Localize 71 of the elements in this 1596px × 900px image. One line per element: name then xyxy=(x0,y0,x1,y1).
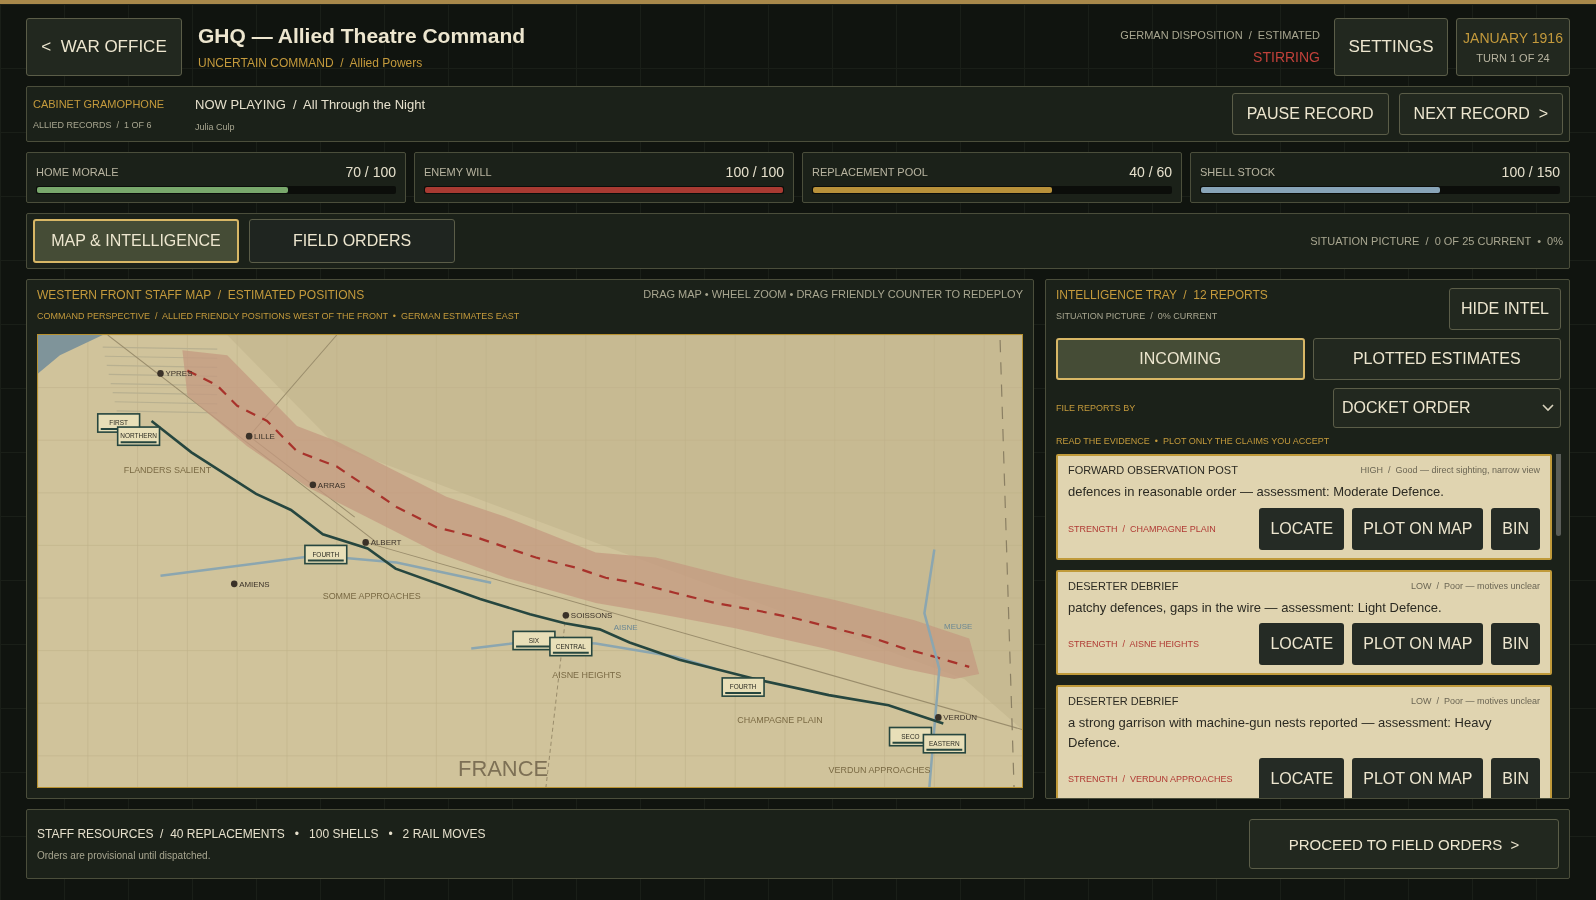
report-action-button[interactable]: LOCATE xyxy=(1259,758,1345,798)
report-action-button[interactable]: BIN xyxy=(1491,758,1540,798)
report-tag: STRENGTH / AISNE HEIGHTS xyxy=(1068,639,1200,649)
intel-title: INTELLIGENCE TRAY / 12 REPORTS xyxy=(1056,288,1268,302)
now-playing: NOW PLAYING / All Through the Night xyxy=(195,96,425,112)
report-action-button[interactable]: PLOT ON MAP xyxy=(1352,758,1484,798)
guidance-text: READ THE EVIDENCE • PLOT ONLY THE CLAIMS YOU ACCEPT xyxy=(1056,436,1331,446)
report-action-button[interactable]: BIN xyxy=(1491,507,1540,550)
page-subtitle: UNCERTAIN COMMAND / Allied Powers xyxy=(198,56,424,70)
map-title: WESTERN FRONT STAFF MAP / ESTIMATED POSITIONS xyxy=(37,288,366,302)
intel-tab[interactable]: INCOMING xyxy=(1056,338,1305,380)
report-source: DESERTER DEBRIEF xyxy=(1068,695,1179,707)
meter-name: REPLACEMENT POOL xyxy=(812,166,928,178)
report-text: patchy defences, gaps in the wire — assessment: Light Defence. xyxy=(1068,598,1443,617)
region-label: FLANDERS SALIENT xyxy=(123,464,212,475)
scrollbar[interactable] xyxy=(1556,454,1561,536)
proceed-button[interactable]: PROCEED TO FIELD ORDERS > xyxy=(1249,819,1559,869)
back-button[interactable]: < WAR OFFICE xyxy=(26,18,182,76)
map-hint: DRAG MAP • WHEEL ZOOM • DRAG FRIENDLY COUNTER TO REDEPLOY xyxy=(643,288,1023,300)
date-text: JANUARY 1916 xyxy=(1463,30,1563,46)
view-tab[interactable]: FIELD ORDERS xyxy=(249,219,455,263)
river-label: MEUSE xyxy=(944,622,973,632)
meter-name: HOME MORALE xyxy=(36,166,119,178)
region-label: CHAMPAGNE PLAIN xyxy=(737,715,823,726)
settings-button[interactable]: SETTINGS xyxy=(1334,18,1448,76)
region-label: VERDUN APPROACHES xyxy=(828,764,931,775)
footer-note: Orders are provisional until dispatched. xyxy=(37,850,212,861)
report-tag: STRENGTH / VERDUN APPROACHES xyxy=(1068,774,1233,784)
country-label: FRANCE xyxy=(458,755,549,781)
meter-reading: 70 / 100 xyxy=(345,164,396,180)
sort-dropdown[interactable]: DOCKET ORDER xyxy=(1333,388,1561,428)
meter-reading: 100 / 150 xyxy=(1501,164,1560,180)
report-grade: LOW / Poor — motives unclear xyxy=(1410,580,1540,591)
report-grade: LOW / Poor — motives unclear xyxy=(1410,696,1540,706)
artist-name: Julia Culp xyxy=(195,121,236,132)
hide-intel-button[interactable]: HIDE INTEL xyxy=(1449,288,1561,330)
disposition-label: GERMAN DISPOSITION / ESTIMATED xyxy=(1120,29,1320,41)
report-action-button[interactable]: PLOT ON MAP xyxy=(1352,623,1484,665)
report-text: a strong garrison with machine-gun nests reported — assessment: Heavy Defence. xyxy=(1068,714,1493,752)
view-tab[interactable]: MAP & INTELLIGENCE xyxy=(33,219,239,263)
region-label: AISNE HEIGHTS xyxy=(552,669,622,680)
report-source: DESERTER DEBRIEF xyxy=(1068,579,1179,592)
report-tag: STRENGTH / CHAMPAGNE PLAIN xyxy=(1068,523,1216,534)
report-action-button[interactable]: PLOT ON MAP xyxy=(1352,507,1484,550)
meter-reading: 100 / 100 xyxy=(725,164,784,180)
records-count: ALLIED RECORDS / 1 OF 6 xyxy=(33,120,153,130)
report-source: FORWARD OBSERVATION POST xyxy=(1068,464,1238,476)
map-subtitle: COMMAND PERSPECTIVE / ALLIED FRIENDLY POSITIONS WEST OF THE FRONT • GERMAN ESTIMATES EAST xyxy=(37,311,520,321)
page-title: GHQ — Allied Theatre Command xyxy=(198,24,526,48)
meter-reading: 40 / 60 xyxy=(1129,164,1172,180)
report-action-button[interactable]: LOCATE xyxy=(1259,623,1345,665)
report-action-button[interactable]: BIN xyxy=(1491,623,1540,665)
staff-resources: STAFF RESOURCES / 40 REPLACEMENTS • 100 SHELLS • 2 RAIL MOVES xyxy=(37,827,486,841)
region-label: SOMME APPROACHES xyxy=(322,590,421,601)
intel-subtitle: SITUATION PICTURE / 0% CURRENT xyxy=(1056,311,1219,321)
disposition-value: STIRRING xyxy=(1253,49,1320,65)
record-button[interactable]: NEXT RECORD > xyxy=(1398,93,1563,135)
meter-name: ENEMY WILL xyxy=(424,166,492,178)
gramophone-title: CABINET GRAMOPHONE xyxy=(33,98,166,110)
sort-label: FILE REPORTS BY xyxy=(1056,403,1136,413)
river-label: AISNE xyxy=(613,623,638,633)
meter-name: SHELL STOCK xyxy=(1200,166,1276,178)
record-button[interactable]: PAUSE RECORD xyxy=(1231,93,1389,135)
turn-text: TURN 1 OF 24 xyxy=(1476,52,1550,64)
chevron-icon xyxy=(1542,404,1554,412)
report-grade: HIGH / Good — direct sighting, narrow view xyxy=(1360,465,1540,475)
intel-tab[interactable]: PLOTTED ESTIMATES xyxy=(1312,338,1561,380)
report-action-button[interactable]: LOCATE xyxy=(1259,507,1345,550)
sea xyxy=(38,334,103,374)
situation-status: SITUATION PICTURE / 0 OF 25 CURRENT • 0% xyxy=(1310,235,1563,247)
report-text: defences in reasonable order — assessment: Moderate Defence. xyxy=(1068,483,1445,501)
